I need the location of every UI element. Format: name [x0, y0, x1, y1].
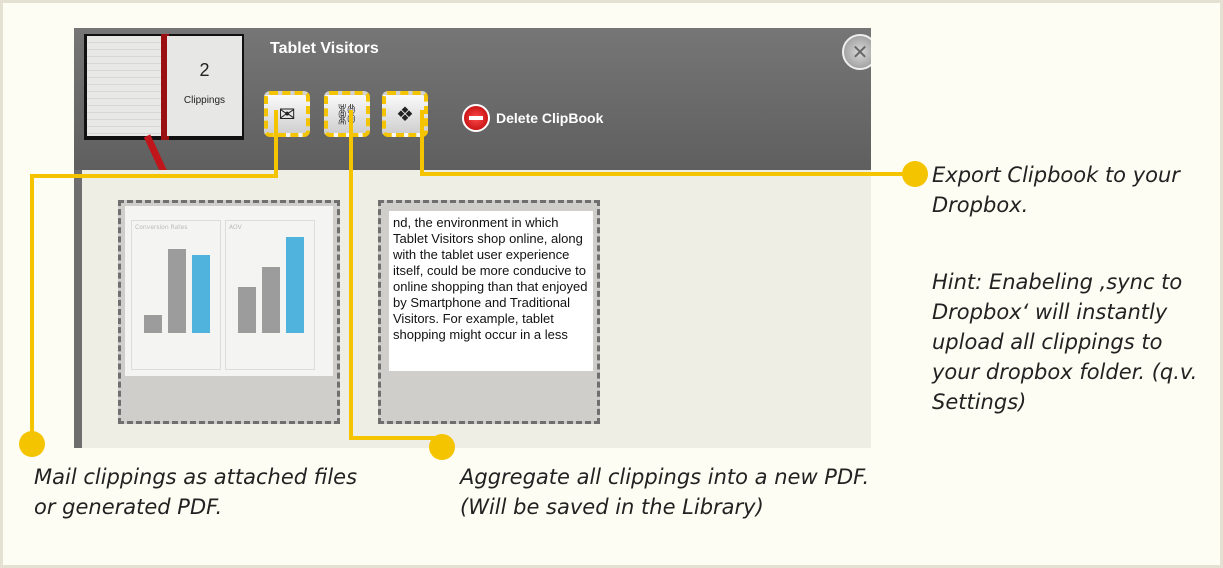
clipping-text-excerpt: nd, the environment in which Tablet Visi… [389, 211, 593, 371]
thumb-bar [168, 249, 186, 333]
clipbook-panel: 2 Clippings Tablet Visitors ✕ ✉ ⛓ ❖ Dele… [74, 28, 871, 448]
clipping-card-text[interactable]: nd, the environment in which Tablet Visi… [378, 200, 600, 424]
thumb-chart-title-left: Conversion Rates [135, 224, 188, 231]
book-page-right: 2 Clippings [167, 36, 242, 136]
mail-connector-line [30, 174, 34, 438]
aggregate-annotation-dot [429, 434, 455, 460]
aggregate-annotation: Aggregate all clippings into a new PDF. … [460, 465, 870, 519]
export-connector-line [420, 110, 424, 176]
thumb-panel-left: Conversion Rates [131, 220, 221, 370]
thumb-bar [262, 267, 280, 333]
clipbook-title: Tablet Visitors [270, 40, 379, 57]
thumb-bar [238, 287, 256, 333]
mail-connector-line [274, 110, 278, 176]
clipbook-header: 2 Clippings Tablet Visitors ✕ ✉ ⛓ ❖ Dele… [74, 28, 871, 174]
delete-icon [462, 104, 490, 132]
aggregate-connector-line [349, 436, 441, 440]
dropbox-icon: ❖ [396, 102, 414, 126]
chart-thumbnail: Conversion Rates AOV [125, 206, 333, 376]
clippings-area: Conversion Rates AOV nd, the environment… [82, 170, 871, 448]
export-connector-line [420, 172, 914, 176]
delete-clipbook-label: Delete ClipBook [496, 110, 604, 126]
hint-annotation: Hint: Enabeling ‚sync to Dropbox‘ will i… [932, 270, 1198, 414]
close-button[interactable]: ✕ [842, 34, 871, 70]
thumb-chart-title-right: AOV [229, 224, 242, 231]
mail-annotation-dot [19, 431, 45, 457]
clipbook-cover[interactable]: 2 Clippings [84, 34, 244, 174]
export-annotation: Export Clipbook to your Dropbox. [932, 163, 1180, 217]
delete-clipbook-button[interactable]: Delete ClipBook [462, 104, 603, 132]
thumb-panel-right: AOV [225, 220, 315, 370]
thumb-bar [144, 315, 162, 333]
aggregate-pdf-button[interactable]: ⛓ [324, 91, 370, 137]
export-annotation-dot [902, 161, 928, 187]
mail-export-icon: ✉ [278, 102, 296, 126]
book-page-left [87, 36, 162, 136]
close-icon: ✕ [851, 40, 869, 64]
aggregate-pdf-icon: ⛓ [334, 102, 360, 126]
thumb-bar [286, 237, 304, 333]
bookmark-ribbon [143, 134, 168, 174]
clipping-count-label: Clippings [183, 95, 226, 106]
thumb-bar [192, 255, 210, 333]
mail-clippings-button[interactable]: ✉ [264, 91, 310, 137]
aggregate-connector-line [349, 110, 353, 440]
clipping-count: 2 [199, 60, 210, 80]
mail-annotation: Mail clippings as attached files or gene… [34, 465, 358, 519]
mail-connector-line [30, 174, 278, 178]
clipping-card-chart[interactable]: Conversion Rates AOV [118, 200, 340, 424]
